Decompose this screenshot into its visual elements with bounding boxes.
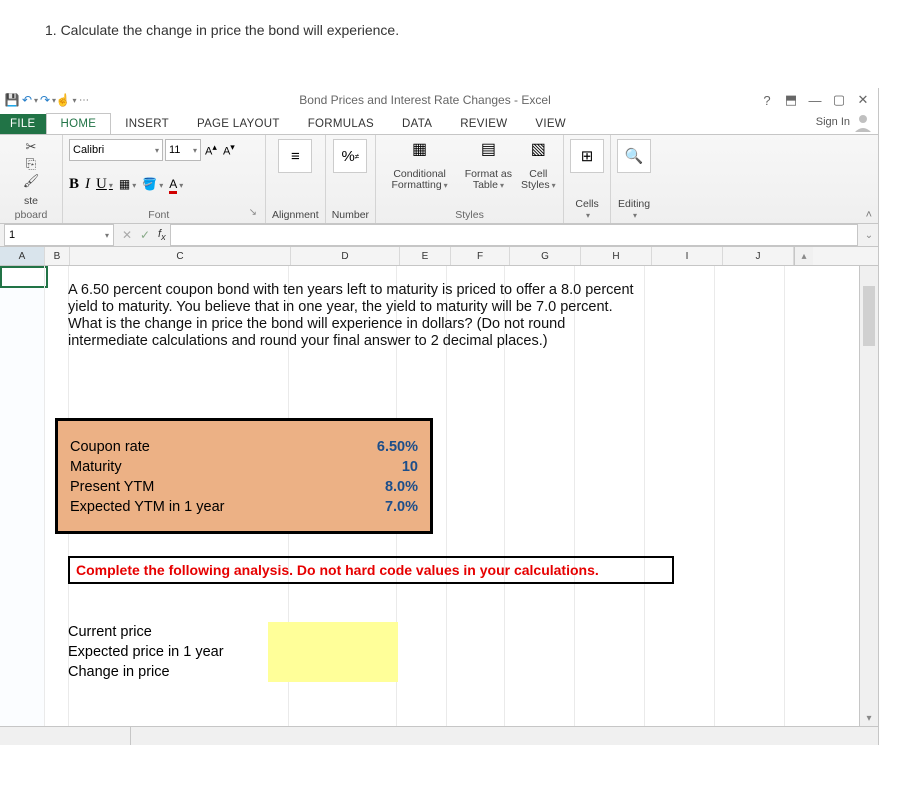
grow-font-icon[interactable]: A▴ — [203, 142, 219, 158]
problem-text: A 6.50 percent coupon bond with ten year… — [68, 282, 638, 350]
save-icon[interactable]: 💾 — [4, 92, 20, 108]
question-text: 1. Calculate the change in price the bon… — [0, 0, 903, 38]
input-box: Coupon rate6.50% Maturity10 Present YTM8… — [55, 418, 433, 534]
col-header-c[interactable]: C — [70, 247, 291, 265]
font-size-input[interactable]: 11▾ — [165, 139, 201, 161]
fx-icon[interactable]: fx — [154, 228, 170, 242]
alignment-icon[interactable]: ≡ — [278, 139, 312, 173]
expected-price-label: Expected price in 1 year — [68, 642, 224, 662]
close-icon[interactable]: ✕ — [854, 92, 872, 108]
col-header-j[interactable]: J — [723, 247, 794, 265]
tab-insert[interactable]: INSERT — [111, 114, 183, 134]
sign-in-button[interactable]: Sign In — [812, 110, 878, 134]
bold-button[interactable]: B — [69, 176, 79, 193]
undo-icon[interactable]: ↶▾ — [22, 92, 38, 108]
col-header-a[interactable]: A — [0, 247, 45, 265]
font-group-label: Font — [69, 207, 249, 221]
fill-color-icon[interactable]: 🪣▾ — [142, 177, 163, 191]
title-bar: 💾 ↶▾ ↷▾ ☝▾ ⋯ Bond Prices and Interest Ra… — [0, 88, 878, 112]
cell-styles-label[interactable]: Cell Styles▾ — [520, 167, 557, 191]
sheet-tab-area[interactable] — [0, 727, 131, 745]
font-color-icon[interactable]: A▾ — [169, 177, 183, 191]
cancel-formula-icon[interactable]: ✕ — [118, 228, 136, 242]
col-header-d[interactable]: D — [291, 247, 400, 265]
current-price-label: Current price — [68, 622, 224, 642]
underline-button[interactable]: U▾ — [96, 176, 113, 193]
cell-styles-icon[interactable]: ▧ — [524, 139, 552, 167]
copy-icon[interactable]: ⎘ — [26, 156, 36, 172]
change-price-label: Change in price — [68, 662, 224, 682]
scroll-down-icon[interactable]: ▾ — [860, 710, 878, 726]
tab-review[interactable]: REVIEW — [446, 114, 521, 134]
answer-input-area[interactable] — [268, 622, 398, 682]
present-ytm-label: Present YTM — [70, 479, 348, 495]
coupon-rate-label: Coupon rate — [70, 439, 348, 455]
coupon-rate-value: 6.50% — [348, 439, 418, 455]
horizontal-scrollbar[interactable] — [0, 726, 878, 745]
answer-labels: Current price Expected price in 1 year C… — [68, 622, 224, 682]
tab-file[interactable]: FILE — [0, 114, 46, 134]
active-cell[interactable] — [0, 266, 48, 288]
cond-fmt-label[interactable]: Conditional Formatting▾ — [382, 167, 457, 191]
editing-label[interactable]: Editing▾ — [618, 197, 650, 221]
help-icon[interactable]: ? — [758, 93, 776, 108]
vertical-scrollbar[interactable]: ▾ — [859, 266, 878, 726]
number-format-icon[interactable]: %≠ — [333, 139, 367, 173]
font-dialog-launcher-icon[interactable]: ↘ — [249, 207, 259, 221]
shrink-font-icon[interactable]: A▾ — [221, 142, 237, 158]
editing-icon[interactable]: 🔍 — [617, 139, 651, 173]
cells-label[interactable]: Cells▾ — [575, 197, 598, 221]
ribbon: ✂ ⎘ 🖌 ste pboard Calibri▾ 11▾ A▴ A▾ B I … — [0, 134, 878, 224]
format-painter-icon[interactable]: 🖌 — [23, 173, 40, 189]
maturity-label: Maturity — [70, 459, 348, 475]
cut-icon[interactable]: ✂ — [26, 139, 37, 155]
tab-view[interactable]: VIEW — [521, 114, 580, 134]
ribbon-display-icon[interactable]: ⬒ — [782, 92, 800, 108]
expected-ytm-label: Expected YTM in 1 year — [70, 499, 348, 515]
formula-bar: 1▾ ✕ ✓ fx ⌄ — [0, 224, 878, 247]
window-title: Bond Prices and Interest Rate Changes - … — [92, 93, 758, 107]
tab-data[interactable]: DATA — [388, 114, 446, 134]
instruction-box: Complete the following analysis. Do not … — [68, 556, 674, 584]
redo-icon[interactable]: ↷▾ — [40, 92, 56, 108]
tab-home[interactable]: HOME — [46, 113, 112, 134]
col-header-g[interactable]: G — [510, 247, 581, 265]
minimize-icon[interactable]: — — [806, 93, 824, 108]
col-header-h[interactable]: H — [581, 247, 652, 265]
formula-input[interactable] — [170, 224, 858, 246]
col-header-f[interactable]: F — [451, 247, 510, 265]
col-header-e[interactable]: E — [400, 247, 451, 265]
cells-icon[interactable]: ⊞ — [570, 139, 604, 173]
restore-icon[interactable]: ▢ — [830, 92, 848, 108]
enter-formula-icon[interactable]: ✓ — [136, 228, 154, 242]
paste-label: ste — [6, 194, 56, 207]
tab-formulas[interactable]: FORMULAS — [294, 114, 388, 134]
qat-customize-icon[interactable]: ⋯ — [76, 92, 92, 108]
collapse-ribbon-icon[interactable]: ˄ — [866, 209, 872, 221]
clipboard-group-label: pboard — [6, 207, 56, 221]
fmt-table-label[interactable]: Format as Table▾ — [461, 167, 516, 191]
present-ytm-value: 8.0% — [348, 479, 418, 495]
italic-button[interactable]: I — [85, 176, 90, 193]
tab-page-layout[interactable]: PAGE LAYOUT — [183, 114, 294, 134]
spreadsheet-grid[interactable]: A 6.50 percent coupon bond with ten year… — [0, 266, 878, 726]
expand-formula-bar-icon[interactable]: ⌄ — [862, 230, 878, 241]
conditional-formatting-icon[interactable]: ▦ — [406, 139, 434, 167]
alignment-label: Alignment — [272, 208, 319, 221]
borders-icon[interactable]: ▦▾ — [119, 177, 136, 191]
expected-ytm-value: 7.0% — [348, 499, 418, 515]
name-box[interactable]: 1▾ — [4, 224, 114, 246]
number-label: Number — [332, 208, 369, 221]
excel-window: 💾 ↶▾ ↷▾ ☝▾ ⋯ Bond Prices and Interest Ra… — [0, 88, 879, 745]
format-as-table-icon[interactable]: ▤ — [474, 139, 502, 167]
scroll-up-icon[interactable]: ▴ — [794, 247, 813, 265]
col-header-b[interactable]: B — [45, 247, 70, 265]
ribbon-tabs: FILE HOME INSERT PAGE LAYOUT FORMULAS DA… — [0, 112, 878, 134]
styles-group-label: Styles — [382, 207, 557, 221]
maturity-value: 10 — [348, 459, 418, 475]
touch-mouse-icon[interactable]: ☝▾ — [58, 92, 74, 108]
column-headers: A B C D E F G H I J ▴ — [0, 247, 878, 266]
font-name-input[interactable]: Calibri▾ — [69, 139, 163, 161]
col-header-i[interactable]: I — [652, 247, 723, 265]
